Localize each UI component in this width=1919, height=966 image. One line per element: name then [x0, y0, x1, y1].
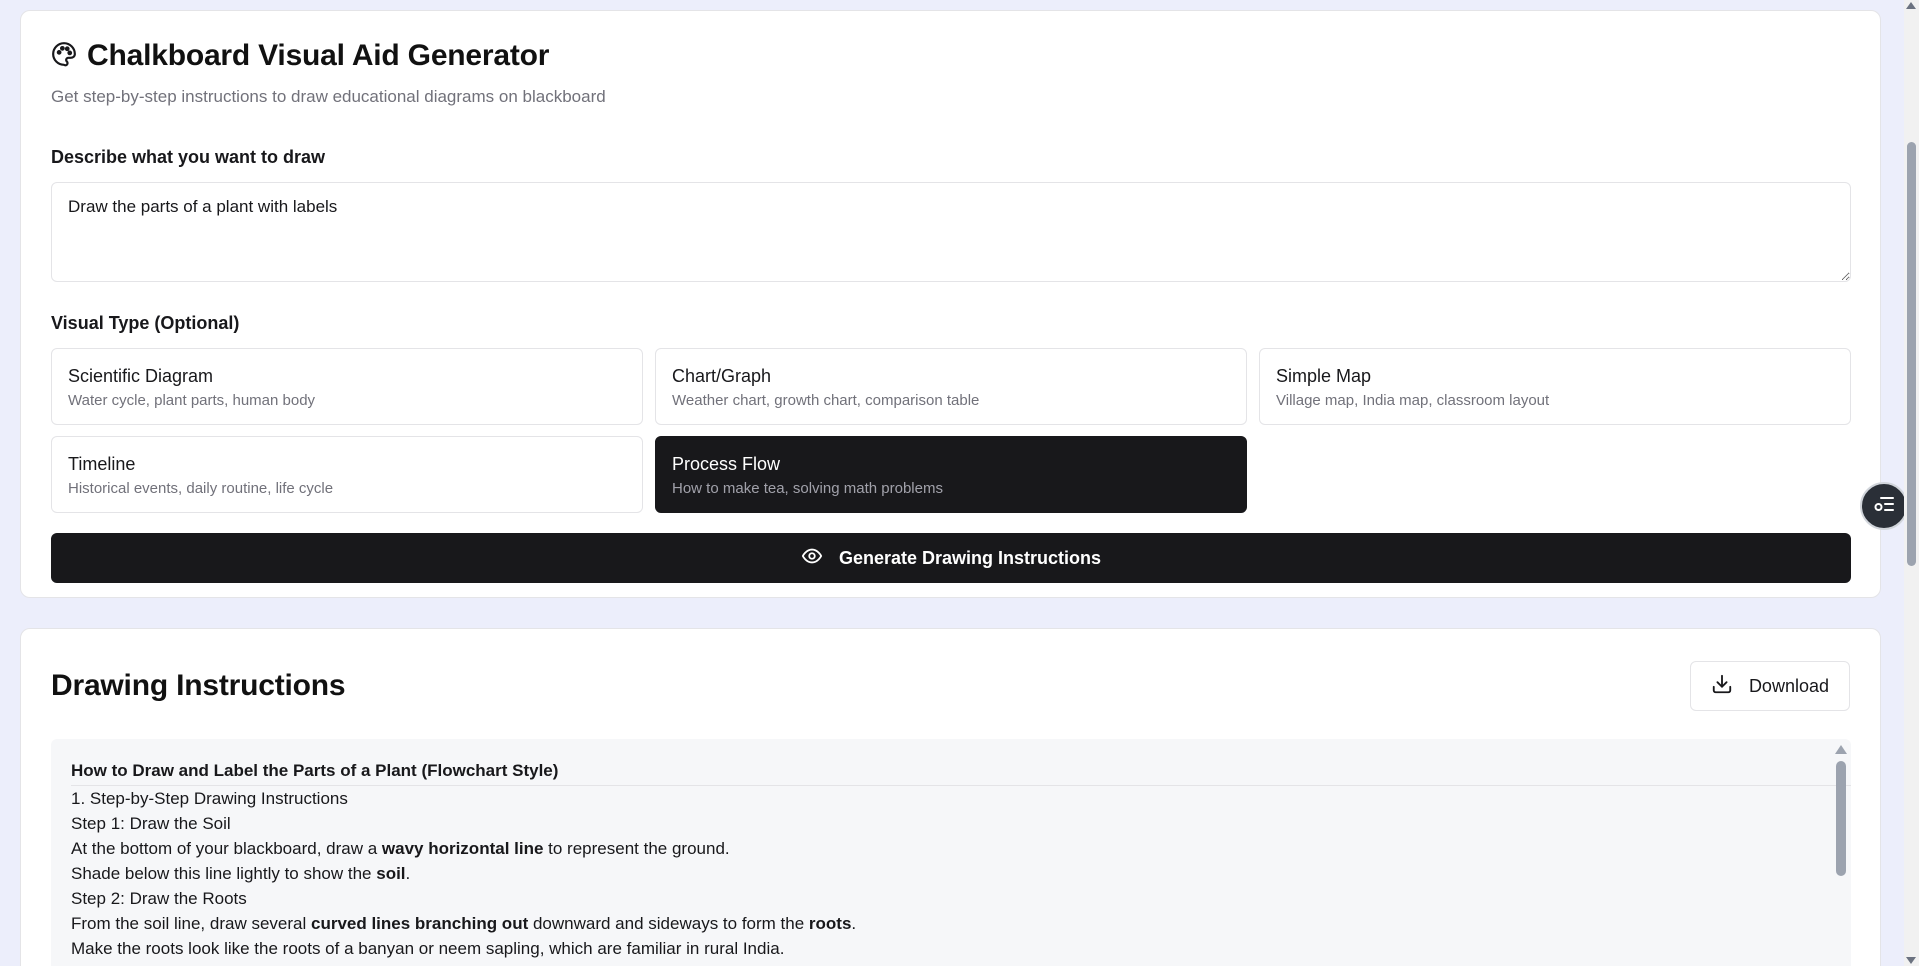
- instructions-title: Drawing Instructions: [51, 669, 346, 702]
- visual-type-grid: Scientific Diagram Water cycle, plant pa…: [51, 348, 1851, 513]
- visual-type-name: Simple Map: [1276, 366, 1372, 386]
- page-title: Chalkboard Visual Aid Generator: [87, 39, 550, 72]
- instruction-line: Step 1: Draw the Soil: [71, 814, 231, 833]
- page-scrollbar[interactable]: [1904, 0, 1919, 966]
- describe-textarea[interactable]: Draw the parts of a plant with labels: [51, 182, 1851, 282]
- visual-type-label: Visual Type (Optional): [51, 313, 240, 333]
- scroll-up-arrow-icon[interactable]: [1835, 745, 1847, 754]
- instructions-header: Drawing Instructions Download: [51, 629, 1850, 739]
- instruction-line: 1. Step-by-Step Drawing Instructions: [71, 789, 348, 808]
- instruction-line: Shade below this line lightly to show th…: [71, 864, 411, 883]
- instruction-line: At the bottom of your blackboard, draw a…: [71, 839, 730, 858]
- instructions-card: Drawing Instructions Download How to Dra…: [20, 628, 1881, 966]
- floating-menu-button[interactable]: [1860, 482, 1908, 530]
- instruction-line: From the soil line, draw several curved …: [71, 914, 857, 933]
- visual-type-desc: Historical events, daily routine, life c…: [68, 480, 334, 497]
- visual-type-desc: Village map, India map, classroom layout: [1276, 392, 1550, 409]
- visual-type-name: Process Flow: [672, 454, 781, 474]
- page: Chalkboard Visual Aid Generator Get step…: [0, 0, 1919, 966]
- instructions-scrollbar[interactable]: [1831, 739, 1851, 966]
- visual-type-name: Timeline: [68, 454, 136, 474]
- describe-label: Describe what you want to draw: [51, 147, 326, 167]
- download-icon: [1711, 673, 1733, 700]
- download-button[interactable]: Download: [1689, 661, 1850, 711]
- instruction-line: Step 2: Draw the Roots: [71, 889, 247, 908]
- visual-type-chart-graph[interactable]: Chart/Graph Weather chart, growth chart,…: [655, 348, 1247, 425]
- visual-type-process-flow[interactable]: Process Flow How to make tea, solving ma…: [655, 436, 1247, 513]
- visual-type-scientific-diagram[interactable]: Scientific Diagram Water cycle, plant pa…: [51, 348, 643, 425]
- scroll-thumb[interactable]: [1836, 761, 1846, 876]
- generator-header: Chalkboard Visual Aid Generator: [51, 39, 1850, 73]
- visual-type-desc: How to make tea, solving math problems: [672, 480, 943, 497]
- eye-icon: [801, 545, 823, 572]
- visual-type-timeline[interactable]: Timeline Historical events, daily routin…: [51, 436, 643, 513]
- visual-type-name: Scientific Diagram: [68, 366, 214, 386]
- generate-button[interactable]: Generate Drawing Instructions: [51, 533, 1851, 583]
- visual-type-desc: Water cycle, plant parts, human body: [68, 392, 316, 409]
- instructions-heading: How to Draw and Label the Parts of a Pla…: [71, 761, 1851, 786]
- generator-card: Chalkboard Visual Aid Generator Get step…: [20, 10, 1881, 598]
- palette-icon: [51, 41, 77, 72]
- instruction-line: Make the roots look like the roots of a …: [71, 939, 785, 958]
- page-scroll-thumb[interactable]: [1907, 142, 1916, 566]
- instructions-content[interactable]: How to Draw and Label the Parts of a Pla…: [51, 739, 1851, 966]
- page-scroll-down-icon[interactable]: [1906, 957, 1916, 964]
- list-settings-icon: [1872, 492, 1896, 521]
- visual-type-desc: Weather chart, growth chart, comparison …: [672, 392, 980, 409]
- page-scroll-up-icon[interactable]: [1906, 2, 1916, 9]
- download-button-label: Download: [1748, 675, 1829, 696]
- generate-button-label: Generate Drawing Instructions: [838, 547, 1102, 568]
- visual-type-simple-map[interactable]: Simple Map Village map, India map, class…: [1259, 348, 1851, 425]
- page-subtitle: Get step-by-step instructions to draw ed…: [51, 87, 606, 106]
- visual-type-name: Chart/Graph: [672, 366, 772, 386]
